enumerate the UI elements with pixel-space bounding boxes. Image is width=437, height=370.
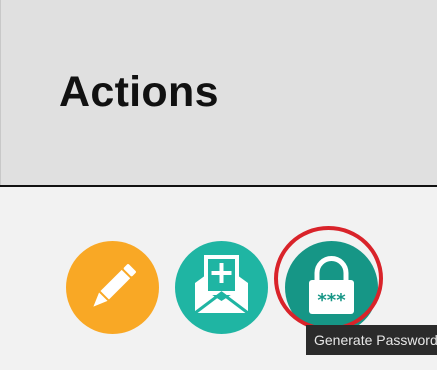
- lock-password-icon: ***: [285, 241, 378, 334]
- page-title: Actions: [59, 68, 219, 116]
- svg-text:***: ***: [317, 290, 346, 311]
- new-message-button[interactable]: [175, 241, 268, 334]
- pencil-icon: [66, 241, 159, 334]
- edit-button[interactable]: [66, 241, 159, 334]
- actions-header: Actions: [0, 0, 437, 185]
- tooltip: Generate Password: [306, 325, 437, 355]
- header-divider: [0, 185, 437, 187]
- envelope-plus-icon: [175, 241, 268, 334]
- generate-password-button[interactable]: ***: [285, 241, 378, 334]
